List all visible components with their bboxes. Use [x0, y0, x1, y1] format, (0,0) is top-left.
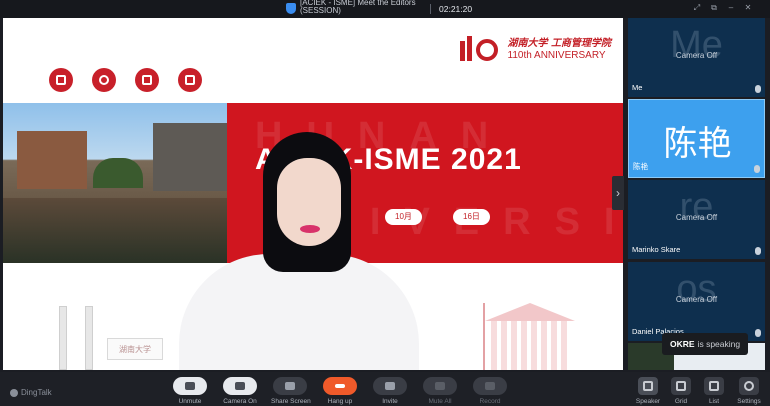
university-logo: 湖南大学 工商管理学院 110th ANNIVERSARY [459, 36, 611, 64]
add-person-icon [385, 382, 395, 390]
muted-mic-icon [754, 165, 760, 173]
university-stone: 湖南大学 [107, 338, 163, 360]
slide-nav-icons [49, 68, 202, 92]
list-icon [709, 381, 719, 391]
meeting-toolbar: DingTalk Unmute Camera On Share Screen H… [0, 372, 770, 406]
meeting-info: [ACIEK - ISME] Meet the Editors (SESSION… [286, 0, 472, 18]
meeting-title: [ACIEK - ISME] Meet the Editors (SESSION… [300, 0, 416, 15]
record-icon [485, 382, 495, 390]
participant-avatar-text: 陈艳 [663, 125, 732, 163]
share-screen-button[interactable]: Share Screen [271, 377, 311, 405]
grid-view-button[interactable]: Grid [666, 377, 696, 405]
muted-mic-icon [755, 247, 761, 255]
logo-chinese-text: 湖南大学 工商管理学院 [507, 38, 611, 49]
camera-off-label: Camera Off [675, 51, 718, 60]
building-illustration [483, 303, 575, 370]
mic-off-icon [185, 382, 195, 390]
shared-screen: 湖南大学 工商管理学院 110th ANNIVERSARY HUNAN UNIV… [3, 18, 623, 370]
participant-tile[interactable]: re Camera Off Marinko Skare [628, 180, 765, 259]
grid-icon [676, 381, 686, 391]
mute-all-button[interactable]: Mute All [421, 377, 459, 405]
meeting-timer: 02:21:20 [439, 4, 473, 14]
camera-off-label: Camera Off [675, 295, 718, 304]
title-bar: [ACIEK - ISME] Meet the Editors (SESSION… [0, 0, 770, 18]
runner-icon [49, 68, 73, 92]
dingtalk-logo-icon [10, 388, 18, 397]
chart-icon [135, 68, 159, 92]
minimize-icon[interactable]: – [727, 3, 735, 13]
logo-anniversary-text: 110th ANNIVERSARY [507, 50, 606, 61]
participant-name: Marinko Skare [632, 245, 681, 254]
camera-on-button[interactable]: Camera On [221, 377, 259, 405]
close-icon[interactable]: ✕ [744, 3, 752, 13]
date-day-pill: 16日 [453, 209, 490, 225]
list-view-button[interactable]: List [699, 377, 729, 405]
gallery-next-arrow[interactable]: › [612, 176, 624, 210]
muted-mic-icon [755, 85, 761, 93]
invite-button[interactable]: Invite [371, 377, 409, 405]
mute-all-icon [435, 382, 445, 390]
security-shield-icon[interactable] [286, 3, 296, 14]
video-meeting-window: [ACIEK - ISME] Meet the Editors (SESSION… [0, 0, 770, 406]
speaking-indicator: OKRE is speaking [662, 333, 749, 355]
gear-icon [744, 381, 754, 391]
participant-name: 陈艳 [633, 162, 648, 171]
participant-tile[interactable]: os Camera Off Daniel Palacios [628, 262, 765, 341]
speaker-name: OKRE [670, 339, 695, 349]
share-screen-icon [285, 382, 295, 390]
participant-tile-active[interactable]: 陈艳 陈艳 [628, 99, 765, 178]
window-controls: ⤢ ⧉ – ✕ [693, 3, 752, 13]
presenter-video [179, 132, 419, 370]
speaker-view-icon [643, 381, 653, 391]
unmute-button[interactable]: Unmute [171, 377, 209, 405]
camera-off-label: Camera Off [675, 213, 718, 222]
settings-button[interactable]: Settings [734, 377, 764, 405]
hang-up-button[interactable]: Hang up [321, 377, 359, 405]
participant-name: Me [632, 83, 643, 92]
restore-icon[interactable]: ⧉ [710, 3, 718, 13]
muted-mic-icon [755, 329, 761, 337]
building-icon [178, 68, 202, 92]
speaking-text: is speaking [697, 339, 741, 349]
speaker-view-button[interactable]: Speaker [633, 377, 663, 405]
participant-tile[interactable]: Me Camera Off Me [628, 18, 765, 97]
phone-hangup-icon [335, 384, 345, 388]
app-brand: DingTalk [10, 388, 52, 397]
target-icon [92, 68, 116, 92]
camera-icon [235, 382, 245, 390]
fullscreen-icon[interactable]: ⤢ [693, 3, 701, 13]
record-button[interactable]: Record [471, 377, 509, 405]
anniversary-logo-mark [459, 36, 504, 64]
divider [430, 4, 431, 14]
